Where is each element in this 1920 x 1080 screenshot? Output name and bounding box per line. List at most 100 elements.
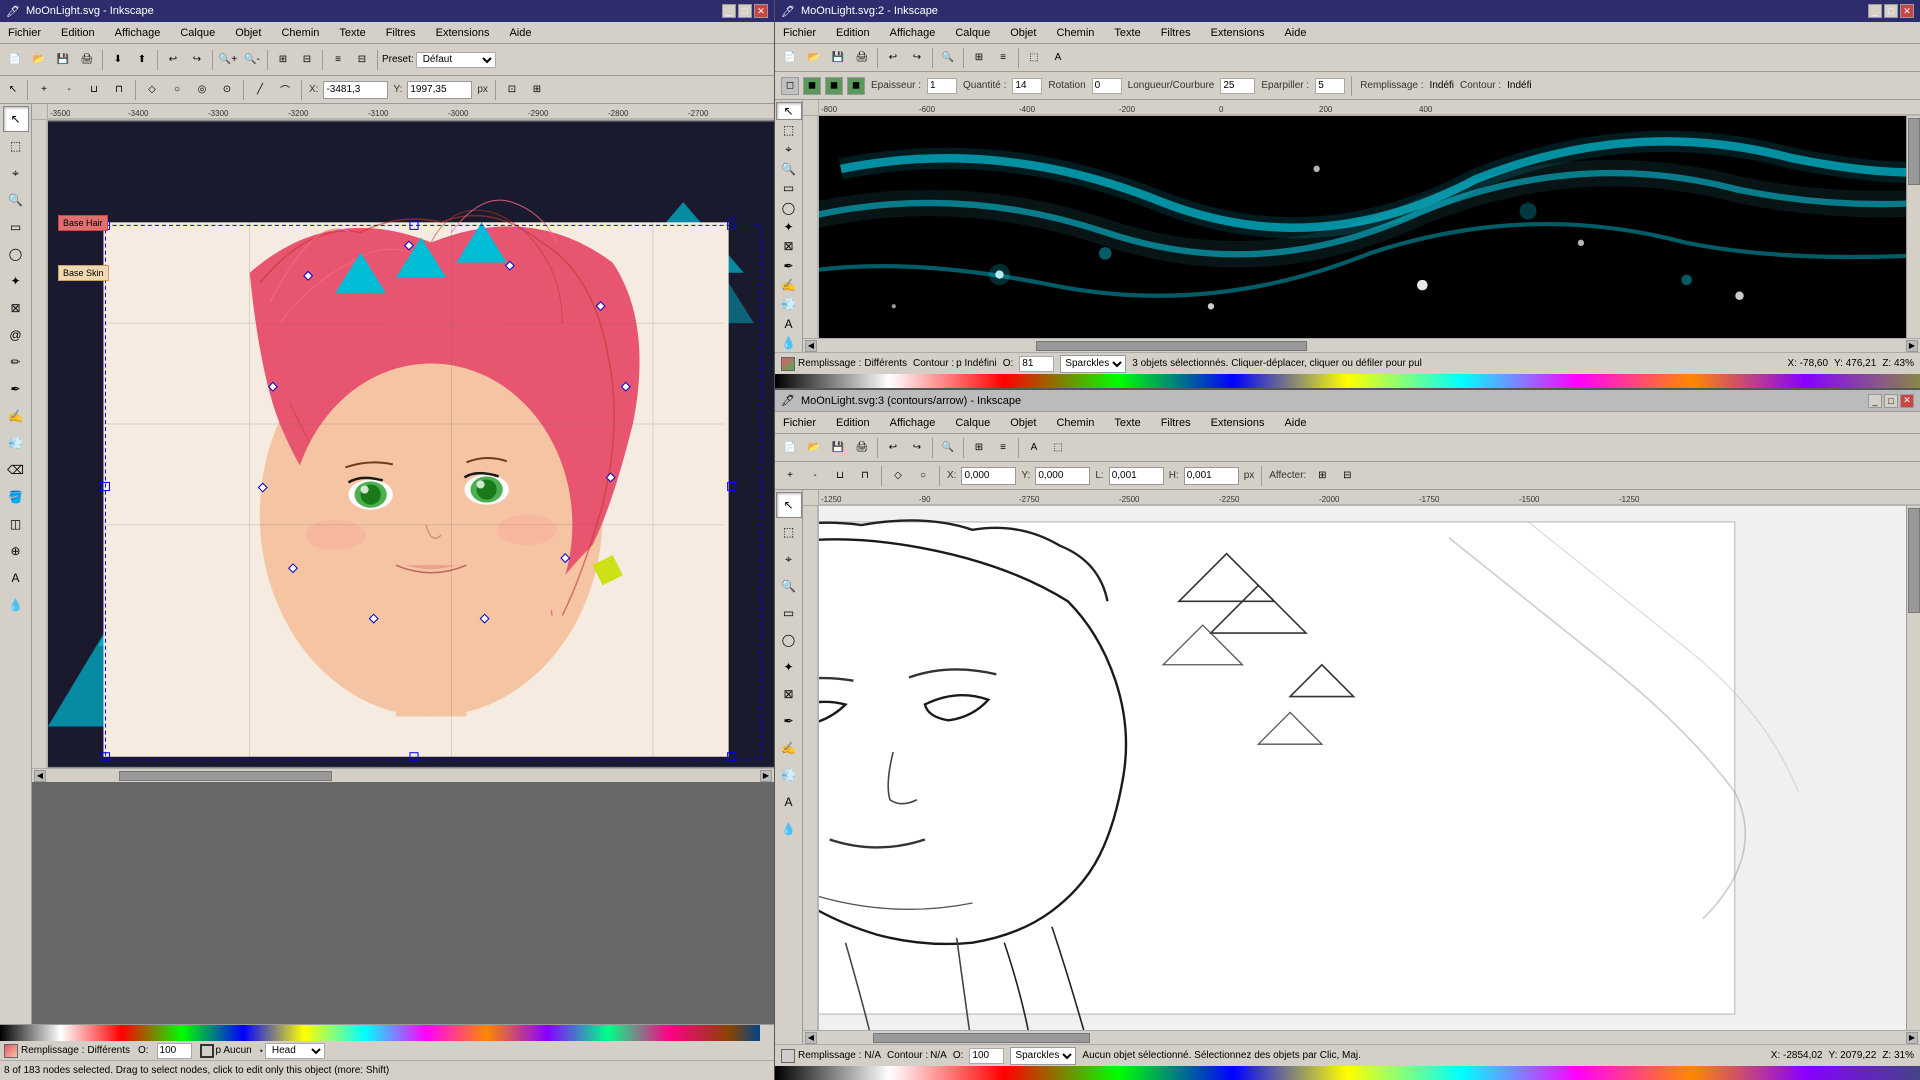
rb-menu-fichier[interactable]: Fichier [779, 415, 820, 431]
dropper-tool[interactable]: 💧 [3, 592, 29, 618]
rt-scrollbar-v[interactable] [1906, 116, 1920, 338]
base-hair-label[interactable]: Base Hair [58, 215, 108, 231]
rb-h-input[interactable] [1184, 467, 1239, 485]
rb-affecter-btn1[interactable]: ⊞ [1311, 465, 1333, 487]
rt-fill-indicator[interactable]: Remplissage : Différents [781, 357, 907, 371]
rb-break-node[interactable]: ⊓ [854, 465, 876, 487]
rb-new-btn[interactable]: 📄 [779, 437, 801, 459]
rb-brush-select[interactable]: Sparckles [1010, 1047, 1076, 1065]
rb-menu-texte[interactable]: Texte [1110, 415, 1144, 431]
scroll-left-arrow[interactable]: ◀ [34, 770, 46, 782]
rb-scroll-right[interactable]: ▶ [1906, 1032, 1918, 1044]
rb-maximize-btn[interactable]: □ [1884, 394, 1898, 408]
menu-aide[interactable]: Aide [505, 25, 535, 41]
join-node-btn[interactable]: ⊔ [83, 79, 105, 101]
rb-type-btn[interactable]: A [1023, 437, 1045, 459]
rb-text-tool2[interactable]: A [776, 789, 802, 815]
rb-menu-objet[interactable]: Objet [1006, 415, 1040, 431]
del-node-btn[interactable]: - [58, 79, 80, 101]
rt-zoom-tool2[interactable]: 🔍 [776, 160, 802, 178]
rb-menu-extensions[interactable]: Extensions [1207, 415, 1269, 431]
rt-pen-tool[interactable]: ✒ [776, 257, 802, 275]
eparpiller-input[interactable] [1315, 78, 1345, 94]
break-node-btn[interactable]: ⊓ [108, 79, 130, 101]
menu-chemin[interactable]: Chemin [277, 25, 323, 41]
eraser-tool[interactable]: ⌫ [3, 457, 29, 483]
rb-menu-affichage[interactable]: Affichage [886, 415, 940, 431]
rt-brush-select[interactable]: Sparckles [1060, 355, 1126, 373]
rt-menu-aide[interactable]: Aide [1280, 25, 1310, 41]
export-button[interactable]: ⬆ [131, 49, 153, 71]
mode-btn-2[interactable]: ◼ [803, 77, 821, 95]
new-button[interactable]: 📄 [4, 49, 26, 71]
rb-thumb-h[interactable] [873, 1033, 1090, 1043]
rt-scroll-thumb-v[interactable] [1908, 118, 1920, 185]
rb-rect-tool2[interactable]: ▭ [776, 600, 802, 626]
rb-opacity-input[interactable] [969, 1048, 1004, 1064]
pencil-tool[interactable]: ✏ [3, 349, 29, 375]
redo-button[interactable]: ↪ [186, 49, 208, 71]
fill-indicator[interactable]: Remplissage : Différents [4, 1044, 130, 1058]
rt-type-btn[interactable]: A [1047, 47, 1069, 69]
close-button[interactable]: ✕ [754, 4, 768, 18]
rb-scrollbar-v[interactable] [1906, 506, 1920, 1030]
rb-scrollbar-h[interactable]: ◀ ▶ [803, 1030, 1920, 1044]
line-seg-btn[interactable]: ╱ [249, 79, 271, 101]
rb-menu-edition[interactable]: Edition [832, 415, 874, 431]
opacity-input[interactable] [157, 1043, 192, 1059]
minimize-button[interactable]: _ [722, 4, 736, 18]
rt-zoom-btn[interactable]: 🔍 [937, 47, 959, 69]
menu-texte[interactable]: Texte [335, 25, 369, 41]
auto-smooth-btn[interactable]: ⊙ [216, 79, 238, 101]
select-tool-btn[interactable]: ↖ [4, 81, 22, 99]
rt-group-btn[interactable]: ⊞ [968, 47, 990, 69]
maximize-button[interactable]: □ [738, 4, 752, 18]
rt-color-palette[interactable] [775, 374, 1920, 388]
connector-tool[interactable]: ⊕ [3, 538, 29, 564]
rt-arrow-tool[interactable]: ↖ [776, 102, 802, 120]
rt-menu-objet[interactable]: Objet [1006, 25, 1040, 41]
left-canvas-content[interactable]: Base Hair Base Skin [48, 120, 774, 768]
menu-calque[interactable]: Calque [176, 25, 219, 41]
rb-scroll-left[interactable]: ◀ [805, 1032, 817, 1044]
circle-tool[interactable]: ◯ [3, 241, 29, 267]
brush-selector[interactable]: • Head [260, 1043, 325, 1059]
rb-spray-tool2[interactable]: 💨 [776, 762, 802, 788]
quantite-input[interactable] [1012, 78, 1042, 94]
cusp-node-btn[interactable]: ◇ [141, 79, 163, 101]
zoom-out-button[interactable]: 🔍- [241, 49, 263, 71]
undo-button[interactable]: ↩ [162, 49, 184, 71]
pen-tool[interactable]: ✒ [3, 376, 29, 402]
rt-minimize-button[interactable]: _ [1868, 4, 1882, 18]
rt-dropper-tool[interactable]: 💧 [776, 334, 802, 352]
symmetric-node-btn[interactable]: ◎ [191, 79, 213, 101]
print-button[interactable]: 🖨 [76, 49, 98, 71]
rt-scroll-left[interactable]: ◀ [805, 340, 817, 352]
rb-smooth-node[interactable]: ○ [912, 465, 934, 487]
left-scrollbar-h[interactable]: ◀ ▶ [32, 768, 774, 782]
tweak-tool[interactable]: ⌖ [3, 160, 29, 186]
rb-x-input[interactable] [961, 467, 1016, 485]
rt-scroll-right[interactable]: ▶ [1906, 340, 1918, 352]
rb-undo-btn[interactable]: ↩ [882, 437, 904, 459]
rt-maximize-button[interactable]: □ [1884, 4, 1898, 18]
rt-menu-filtres[interactable]: Filtres [1157, 25, 1195, 41]
zoom-tool[interactable]: 🔍 [3, 187, 29, 213]
rb-add-node[interactable]: + [779, 465, 801, 487]
rt-menu-texte[interactable]: Texte [1110, 25, 1144, 41]
menu-objet[interactable]: Objet [231, 25, 265, 41]
menu-edition[interactable]: Edition [57, 25, 99, 41]
rb-del-node[interactable]: - [804, 465, 826, 487]
scroll-thumb-h[interactable] [119, 771, 332, 781]
spray-tool[interactable]: 💨 [3, 430, 29, 456]
rb-join-node[interactable]: ⊔ [829, 465, 851, 487]
add-node-btn[interactable]: + [33, 79, 55, 101]
rb-star-tool2[interactable]: ✦ [776, 654, 802, 680]
rb-zoom-tool3[interactable]: 🔍 [776, 573, 802, 599]
menu-filtres[interactable]: Filtres [382, 25, 420, 41]
rb-dropper-tool2[interactable]: 💧 [776, 816, 802, 842]
rt-menu-fichier[interactable]: Fichier [779, 25, 820, 41]
menu-fichier[interactable]: Fichier [4, 25, 45, 41]
ungroup-button[interactable]: ⊟ [296, 49, 318, 71]
align-button[interactable]: ≡ [327, 49, 349, 71]
